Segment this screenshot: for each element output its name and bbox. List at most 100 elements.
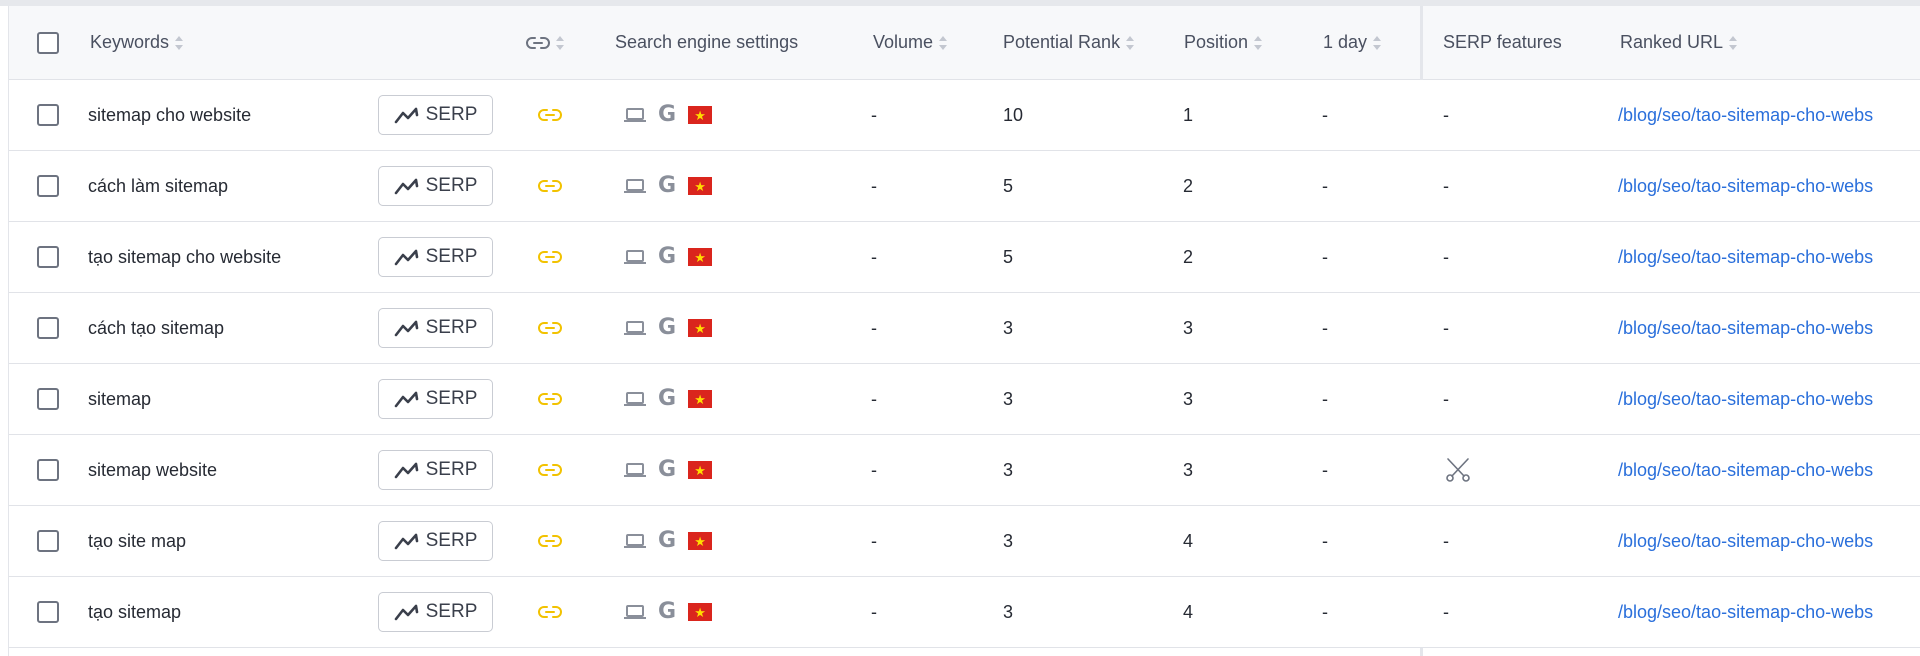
serp-button[interactable]: SERP (378, 521, 493, 561)
sort-icon (1373, 35, 1382, 50)
header-link[interactable] (526, 6, 564, 79)
laptop-icon (624, 249, 646, 265)
one-day-value: - (1322, 459, 1328, 480)
sort-icon (1126, 35, 1135, 50)
position-value: 1 (1183, 104, 1194, 125)
serp-button[interactable]: SERP (378, 308, 493, 348)
row-checkbox[interactable] (37, 530, 59, 552)
ranked-url-link[interactable]: /blog/seo/tao-sitemap-cho-webs (1618, 80, 1873, 150)
header-ranked-url-label: Ranked URL (1620, 32, 1724, 52)
laptop-icon (624, 391, 646, 407)
volume-value: - (871, 317, 877, 338)
laptop-icon (624, 533, 646, 549)
search-engine-settings: G ★ (624, 364, 713, 434)
vietnam-flag-icon: ★ (688, 603, 713, 621)
google-icon: G (658, 244, 677, 269)
link-icon[interactable] (538, 151, 562, 221)
header-potential-rank-label: Potential Rank (1003, 32, 1121, 52)
vietnam-flag-icon: ★ (688, 390, 713, 408)
row-checkbox[interactable] (37, 388, 59, 410)
serp-cell: SERP (378, 577, 493, 647)
ranked-url-link[interactable]: /blog/seo/tao-sitemap-cho-webs (1618, 364, 1873, 434)
keyword-text: tạo sitemap cho website (88, 246, 282, 267)
select-all-checkbox[interactable] (37, 31, 59, 54)
serp-button[interactable]: SERP (378, 592, 493, 632)
header-volume[interactable]: Volume (873, 6, 948, 79)
ranked-url-link[interactable]: /blog/seo/tao-sitemap-cho-webs (1618, 435, 1873, 505)
trend-icon (394, 533, 418, 550)
vietnam-flag-icon: ★ (688, 461, 713, 479)
one-day-value: - (1322, 388, 1328, 409)
trend-icon (394, 107, 418, 124)
google-icon: G (658, 173, 677, 198)
laptop-icon (624, 320, 646, 336)
serp-button[interactable]: SERP (378, 450, 493, 490)
link-icon[interactable] (538, 293, 562, 363)
row-checkbox[interactable] (37, 175, 59, 197)
ranked-url-link[interactable]: /blog/seo/tao-sitemap-cho-webs (1618, 293, 1873, 363)
serp-button[interactable]: SERP (378, 379, 493, 419)
header-potential-rank[interactable]: Potential Rank (1003, 6, 1135, 79)
header-keywords[interactable]: Keywords (90, 6, 184, 79)
header-one-day-label: 1 day (1323, 32, 1368, 52)
one-day-value: - (1322, 530, 1328, 551)
header-one-day[interactable]: 1 day (1323, 6, 1382, 79)
potential-rank-value: 3 (1003, 317, 1014, 338)
row-select-cell (37, 435, 59, 505)
row-checkbox[interactable] (37, 246, 59, 268)
search-engine-settings: G ★ (624, 222, 713, 292)
search-engine-settings: G ★ (624, 506, 713, 576)
sort-icon (556, 35, 564, 50)
google-icon: G (658, 386, 677, 411)
serp-features-value: - (1443, 104, 1449, 125)
link-icon (526, 36, 550, 50)
table-row: tạo sitemap SERP G ★ - 3 4 - - /blog/seo… (9, 577, 1920, 648)
row-select-cell (37, 151, 59, 221)
table-row: sitemap cho website SERP G ★ - 10 1 - - … (9, 80, 1920, 151)
potential-rank-value: 3 (1003, 388, 1014, 409)
row-checkbox[interactable] (37, 104, 59, 126)
link-icon[interactable] (538, 80, 562, 150)
serp-button-label: SERP (425, 601, 478, 622)
header-ranked-url[interactable]: Ranked URL (1620, 6, 1738, 79)
serp-button-label: SERP (425, 317, 478, 338)
trend-icon (394, 249, 418, 266)
row-checkbox[interactable] (37, 601, 59, 623)
trend-icon (394, 320, 418, 337)
keyword-text: tạo sitemap (88, 601, 182, 622)
header-position-label: Position (1184, 32, 1249, 52)
keyword-text: sitemap website (88, 459, 218, 480)
link-icon[interactable] (538, 435, 562, 505)
serp-button[interactable]: SERP (378, 95, 493, 135)
row-checkbox[interactable] (37, 317, 59, 339)
header-position[interactable]: Position (1184, 6, 1263, 79)
serp-button-label: SERP (425, 175, 478, 196)
one-day-value: - (1322, 246, 1328, 267)
serp-features-value: - (1443, 175, 1449, 196)
laptop-icon (624, 178, 646, 194)
keyword-text: sitemap cho website (88, 104, 252, 125)
table-row: tạo site map SERP G ★ - 3 4 - - /blog/se… (9, 506, 1920, 577)
ranked-url-link[interactable]: /blog/seo/tao-sitemap-cho-webs (1618, 222, 1873, 292)
link-icon[interactable] (538, 222, 562, 292)
ranked-url-link[interactable]: /blog/seo/tao-sitemap-cho-webs (1618, 151, 1873, 221)
search-engine-settings: G ★ (624, 577, 713, 647)
serp-features-value: - (1443, 530, 1449, 551)
serp-cell: SERP (378, 80, 493, 150)
keyword-text: sitemap (88, 388, 152, 409)
serp-button[interactable]: SERP (378, 166, 493, 206)
trend-icon (394, 391, 418, 408)
table-row: sitemap website SERP G ★ - 3 3 - /blog/s… (9, 435, 1920, 506)
serp-button[interactable]: SERP (378, 237, 493, 277)
link-icon[interactable] (538, 364, 562, 434)
position-value: 3 (1183, 388, 1194, 409)
laptop-icon (624, 604, 646, 620)
link-icon[interactable] (538, 577, 562, 647)
row-checkbox[interactable] (37, 459, 59, 481)
serp-features-value: - (1443, 601, 1449, 622)
ranked-url-link[interactable]: /blog/seo/tao-sitemap-cho-webs (1618, 577, 1873, 647)
serp-cell: SERP (378, 364, 493, 434)
google-icon: G (658, 599, 677, 624)
link-icon[interactable] (538, 506, 562, 576)
ranked-url-link[interactable]: /blog/seo/tao-sitemap-cho-webs (1618, 506, 1873, 576)
